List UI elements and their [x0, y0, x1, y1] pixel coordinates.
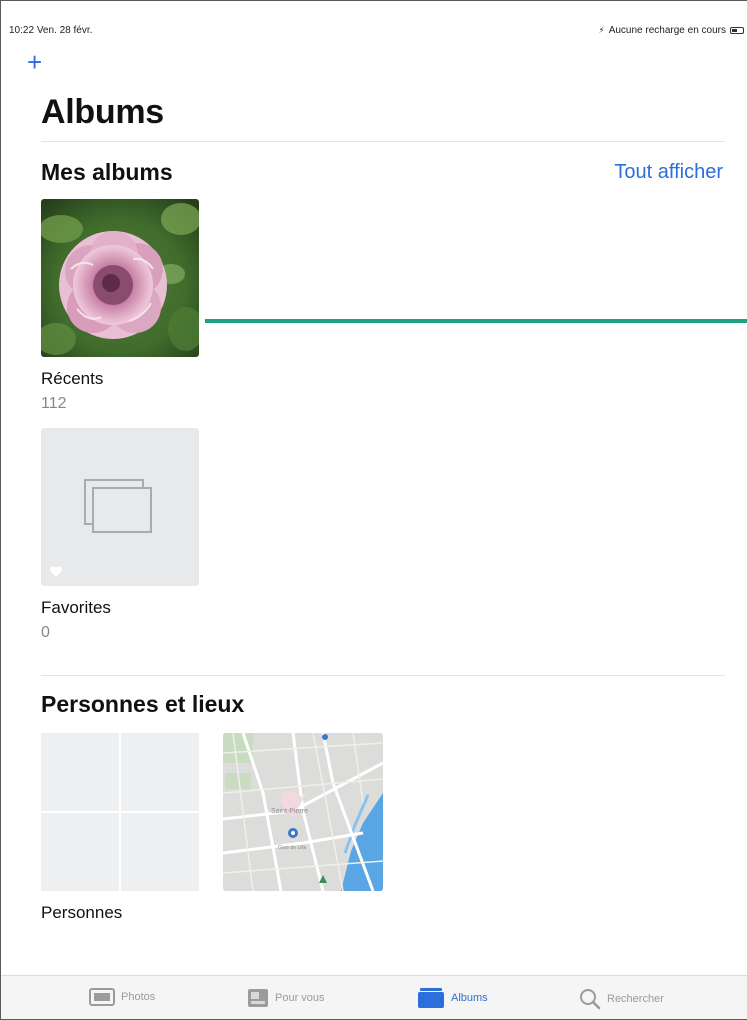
places-map-thumbnail[interactable]: Saint-Pierre Gare de Lille [223, 733, 383, 891]
charging-status: Aucune recharge en cours [608, 25, 726, 36]
tab-photos[interactable]: Photos [89, 988, 155, 1006]
album-people[interactable]: Personnes [41, 733, 199, 923]
tab-for-you[interactable]: Pour vous [247, 988, 325, 1008]
album-label: Personnes [41, 903, 123, 922]
status-time-date: 10:22 Ven. 28 févr. [9, 25, 92, 36]
tab-label: Albums [451, 992, 488, 1004]
status-time: 10:22 [9, 25, 35, 36]
map-icon: Saint-Pierre Gare de Lille [223, 733, 383, 891]
status-right: ⚡ Aucune recharge en cours [598, 25, 744, 36]
tab-search[interactable]: Rechercher [579, 988, 664, 1010]
tab-label: Rechercher [607, 993, 664, 1005]
tab-albums[interactable]: Albums [417, 988, 488, 1008]
album-count: 112 [41, 395, 67, 412]
heart-icon [49, 566, 63, 577]
photos-icon [89, 988, 115, 1006]
people-grid-cell [41, 733, 119, 811]
people-grid-cell [41, 813, 119, 891]
add-album-button[interactable]: + [27, 49, 42, 75]
album-count: 0 [41, 624, 50, 641]
people-grid-cell [121, 733, 199, 811]
annotation-line [205, 319, 747, 323]
people-thumbnail[interactable] [41, 733, 199, 891]
see-all-link[interactable]: Tout afficher [614, 161, 723, 184]
favorites-thumbnail[interactable] [41, 428, 199, 586]
search-icon [580, 989, 601, 1010]
empty-album-icon [84, 479, 152, 533]
for-you-icon [248, 989, 268, 1007]
status-bar: 10:22 Ven. 28 févr. ⚡ Aucune recharge en… [1, 1, 747, 41]
tab-label: Pour vous [275, 992, 325, 1004]
map-label: Gare de Lille [278, 845, 307, 851]
my-albums-title: Mes albums [41, 159, 173, 185]
album-favorites[interactable]: Favorites 0 [41, 428, 199, 642]
map-label: Saint-Pierre [271, 808, 308, 815]
album-recents[interactable]: Récents 112 [41, 199, 199, 413]
divider [41, 141, 725, 142]
tab-label: Photos [121, 991, 156, 1003]
flower-photo [41, 199, 199, 357]
albums-icon [418, 988, 444, 1008]
battery-icon [730, 27, 744, 34]
page-title: Albums [41, 93, 164, 131]
charging-icon: ⚡ [598, 25, 605, 35]
people-places-title: Personnes et lieux [41, 691, 245, 717]
tab-bar: Photos Pour vous Albums Rechercher [1, 975, 747, 1019]
recents-thumbnail[interactable] [41, 199, 199, 357]
album-label: Récents [41, 369, 104, 388]
screen: 10:22 Ven. 28 févr. ⚡ Aucune recharge en… [0, 0, 747, 1020]
status-date: Ven. 28 févr. [36, 25, 93, 36]
people-grid-cell [121, 813, 199, 891]
album-label: Favorites [41, 598, 111, 617]
divider [41, 675, 725, 676]
